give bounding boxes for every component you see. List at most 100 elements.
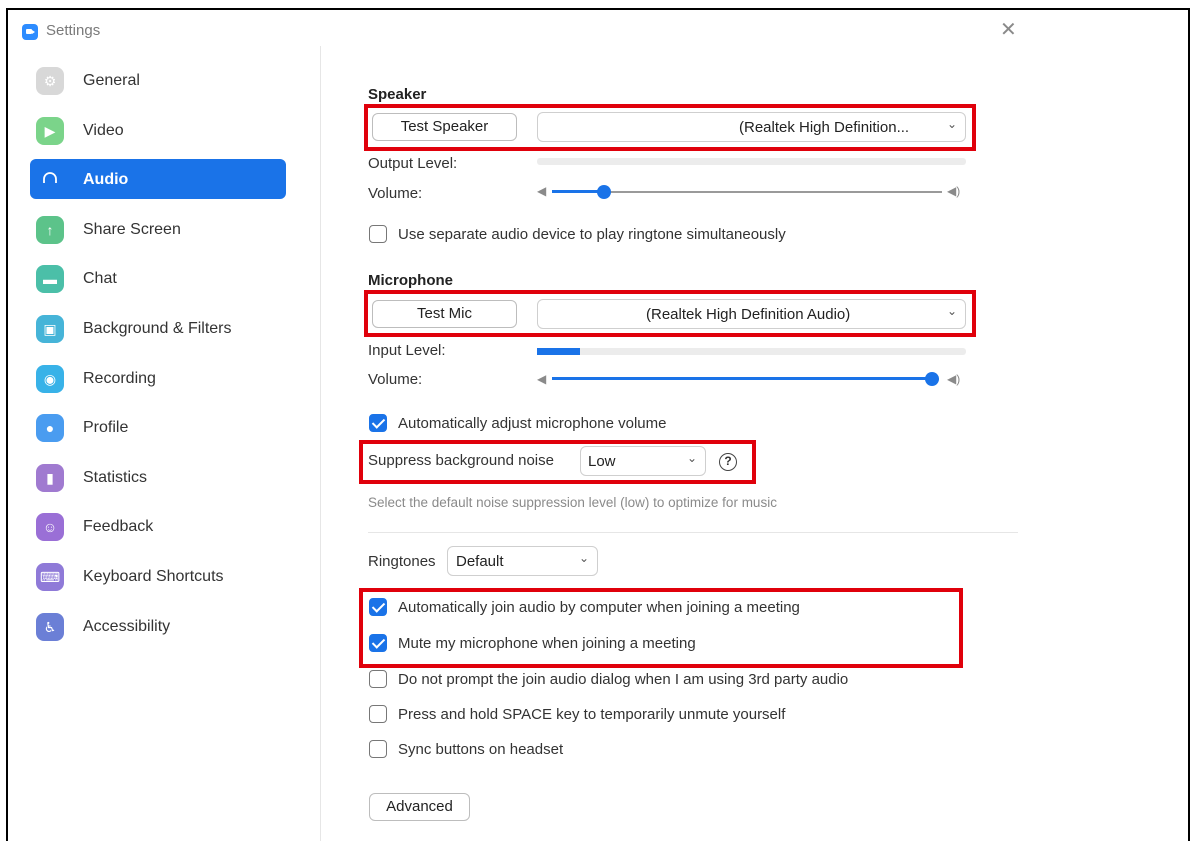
title-bar: Settings ✕ <box>8 12 1028 46</box>
separate-ringtone-label: Use separate audio device to play ringto… <box>398 225 786 243</box>
slider-thumb[interactable] <box>925 372 939 386</box>
auto-adjust-mic-label: Automatically adjust microphone volume <box>398 414 667 432</box>
separate-ringtone-checkbox[interactable] <box>369 225 387 243</box>
output-level-meter <box>537 158 966 165</box>
speaker-device-select[interactable]: (Realtek High Definition... ⌄ <box>537 112 966 142</box>
chevron-down-icon: ⌄ <box>946 304 957 318</box>
sidebar-item-label: Keyboard Shortcuts <box>83 567 224 585</box>
auto-adjust-mic-checkbox[interactable] <box>369 414 387 432</box>
sidebar-item-recording[interactable]: ◉ Recording <box>30 358 286 398</box>
headphones-icon <box>43 172 57 184</box>
auto-join-audio-label: Automatically join audio by computer whe… <box>398 598 800 616</box>
suppress-noise-value: Low <box>588 453 616 470</box>
push-to-talk-label: Press and hold SPACE key to temporarily … <box>398 705 786 723</box>
sidebar-item-label: Profile <box>83 419 129 437</box>
sidebar-item-feedback[interactable]: ☺ Feedback <box>30 506 286 546</box>
no-prompt-third-party-checkbox[interactable] <box>369 670 387 688</box>
bar-chart-icon: ▮ <box>36 463 64 492</box>
auto-join-audio-checkbox[interactable] <box>369 598 387 616</box>
input-level-fill <box>537 348 580 355</box>
keyboard-icon: ⌨ <box>36 562 64 591</box>
sidebar-item-label: Feedback <box>83 518 154 536</box>
test-speaker-button[interactable]: Test Speaker <box>372 113 517 141</box>
mute-on-join-label: Mute my microphone when joining a meetin… <box>398 634 696 652</box>
sync-headset-checkbox[interactable] <box>369 740 387 758</box>
gear-icon: ⚙ <box>36 67 64 95</box>
microphone-volume-slider[interactable] <box>552 369 939 389</box>
background-icon: ▣ <box>36 314 64 343</box>
mic-volume-low-icon: ◀ <box>537 372 547 386</box>
zoom-logo-icon <box>22 24 38 40</box>
sidebar-item-statistics[interactable]: ▮ Statistics <box>30 457 286 497</box>
speaker-volume-slider[interactable] <box>552 182 942 202</box>
sidebar-item-label: Statistics <box>83 468 148 486</box>
sidebar-divider <box>320 46 321 841</box>
no-prompt-third-party-label: Do not prompt the join audio dialog when… <box>398 670 849 688</box>
speaker-low-icon: ◀ <box>537 184 547 198</box>
separate-ringtone-option[interactable]: Use separate audio device to play ringto… <box>369 223 786 245</box>
help-icon[interactable]: ? <box>719 453 737 471</box>
record-icon: ◉ <box>36 364 64 393</box>
mic-volume-high-icon: ◀) <box>947 372 961 386</box>
output-level-label: Output Level: <box>368 155 458 172</box>
suppress-noise-label: Suppress background noise <box>368 452 554 469</box>
sidebar-item-keyboard-shortcuts[interactable]: ⌨ Keyboard Shortcuts <box>30 556 286 596</box>
slider-filled <box>552 377 932 380</box>
auto-adjust-mic-option[interactable]: Automatically adjust microphone volume <box>369 412 666 434</box>
sidebar-item-label: Background & Filters <box>83 319 232 337</box>
accessibility-icon: ♿ <box>36 612 64 641</box>
input-level-label: Input Level: <box>368 342 446 359</box>
chevron-down-icon: ⌄ <box>946 117 957 131</box>
sidebar-item-accessibility[interactable]: ♿ Accessibility <box>30 606 286 646</box>
ringtones-select[interactable]: Default ⌄ <box>447 546 598 576</box>
sidebar-item-video[interactable]: ▶ Video <box>30 110 286 150</box>
share-screen-icon: ↑ <box>36 215 64 244</box>
close-icon[interactable]: ✕ <box>1000 20 1017 40</box>
test-mic-button[interactable]: Test Mic <box>372 300 517 328</box>
sidebar-item-label: Recording <box>83 369 156 387</box>
chevron-down-icon: ⌄ <box>686 451 697 465</box>
microphone-device-select[interactable]: (Realtek High Definition Audio) ⌄ <box>537 299 966 329</box>
sync-headset-label: Sync buttons on headset <box>398 740 564 758</box>
sidebar-item-label: Audio <box>83 171 129 189</box>
sidebar-item-label: General <box>83 72 140 89</box>
advanced-button[interactable]: Advanced <box>369 793 470 821</box>
chat-bubble-icon: ▬ <box>36 265 64 294</box>
push-to-talk-checkbox[interactable] <box>369 705 387 723</box>
sidebar: ⚙ General ▶ Video Audio ↑ Share Screen ▬… <box>30 60 286 655</box>
sync-headset-option[interactable]: Sync buttons on headset <box>369 738 563 760</box>
mute-on-join-checkbox[interactable] <box>369 634 387 652</box>
sidebar-item-label: Chat <box>83 270 117 288</box>
speaker-volume-label: Volume: <box>368 185 423 202</box>
mute-on-join-option[interactable]: Mute my microphone when joining a meetin… <box>369 632 696 654</box>
video-camera-icon: ▶ <box>36 116 64 145</box>
window-title: Settings <box>46 22 101 39</box>
no-prompt-third-party-option[interactable]: Do not prompt the join audio dialog when… <box>369 668 848 690</box>
auto-join-audio-option[interactable]: Automatically join audio by computer whe… <box>369 596 800 618</box>
slider-thumb[interactable] <box>597 185 611 199</box>
speaker-device-value: (Realtek High Definition... <box>739 119 910 136</box>
sidebar-item-audio[interactable]: Audio <box>30 159 286 200</box>
smiley-icon: ☺ <box>36 513 64 542</box>
sidebar-item-label: Share Screen <box>83 220 181 238</box>
speaker-section-title: Speaker <box>368 86 427 103</box>
suppress-noise-select[interactable]: Low ⌄ <box>580 446 706 476</box>
ringtones-label: Ringtones <box>368 553 436 570</box>
suppress-noise-hint: Select the default noise suppression lev… <box>368 495 777 510</box>
microphone-volume-label: Volume: <box>368 371 423 388</box>
sidebar-item-label: Video <box>83 121 124 139</box>
microphone-section-title: Microphone <box>368 272 453 289</box>
push-to-talk-option[interactable]: Press and hold SPACE key to temporarily … <box>369 703 785 725</box>
input-level-meter <box>537 348 966 355</box>
profile-icon: ● <box>36 414 64 443</box>
sidebar-item-profile[interactable]: ● Profile <box>30 407 286 447</box>
microphone-device-value: (Realtek High Definition Audio) <box>646 306 851 323</box>
sidebar-item-background-filters[interactable]: ▣ Background & Filters <box>30 308 286 348</box>
sidebar-item-label: Accessibility <box>83 617 171 635</box>
speaker-high-icon: ◀) <box>947 184 961 198</box>
sidebar-item-chat[interactable]: ▬ Chat <box>30 258 286 298</box>
sidebar-item-general[interactable]: ⚙ General <box>30 60 286 100</box>
ringtones-value: Default <box>456 553 504 570</box>
section-divider <box>368 532 1018 533</box>
sidebar-item-share-screen[interactable]: ↑ Share Screen <box>30 209 286 249</box>
